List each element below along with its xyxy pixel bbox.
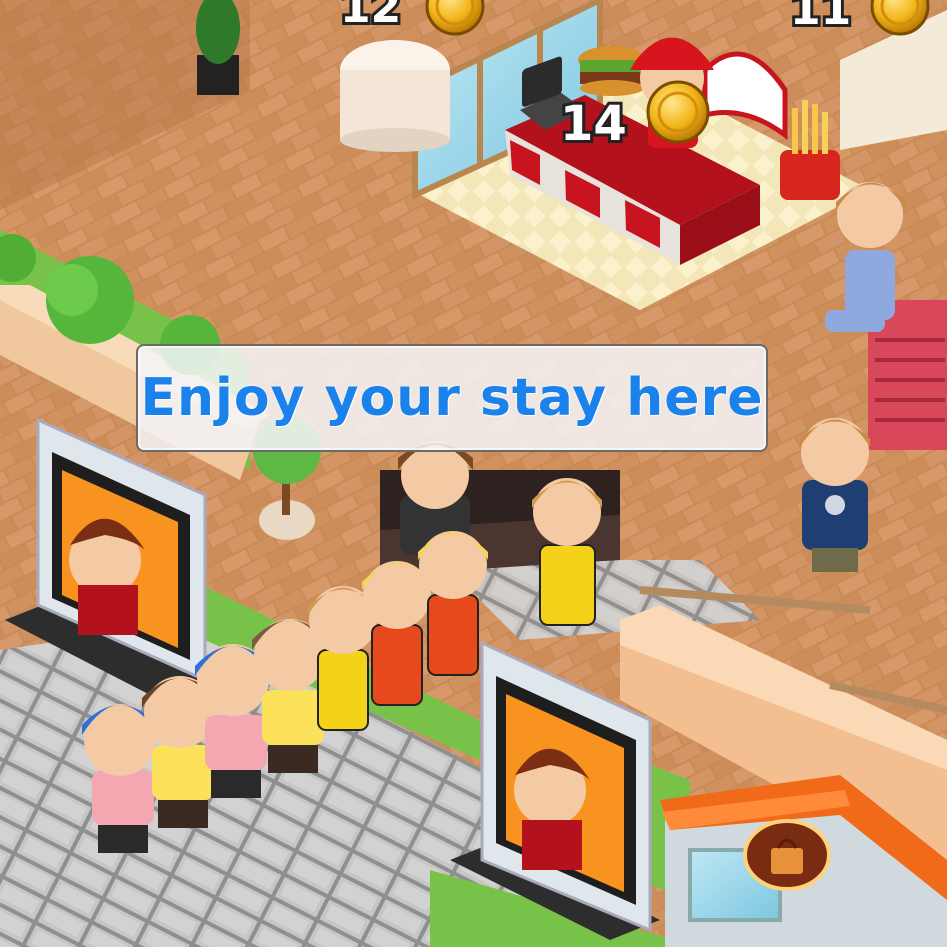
game-scene[interactable]: 12 14 11 xyxy=(0,0,947,947)
dining-table xyxy=(340,40,450,152)
guest-walking xyxy=(800,418,870,572)
counter-top-right-value: 11 xyxy=(790,0,851,35)
counter-burger-stand-value: 14 xyxy=(560,96,627,152)
shopping-bag-icon xyxy=(743,819,831,891)
dialog-message: Enjoy your stay here xyxy=(140,368,764,428)
potted-topiary xyxy=(196,0,240,95)
coin-icon xyxy=(646,80,710,144)
speech-dialog[interactable]: Enjoy your stay here xyxy=(136,344,768,452)
counter-top-left-value: 12 xyxy=(340,0,401,33)
